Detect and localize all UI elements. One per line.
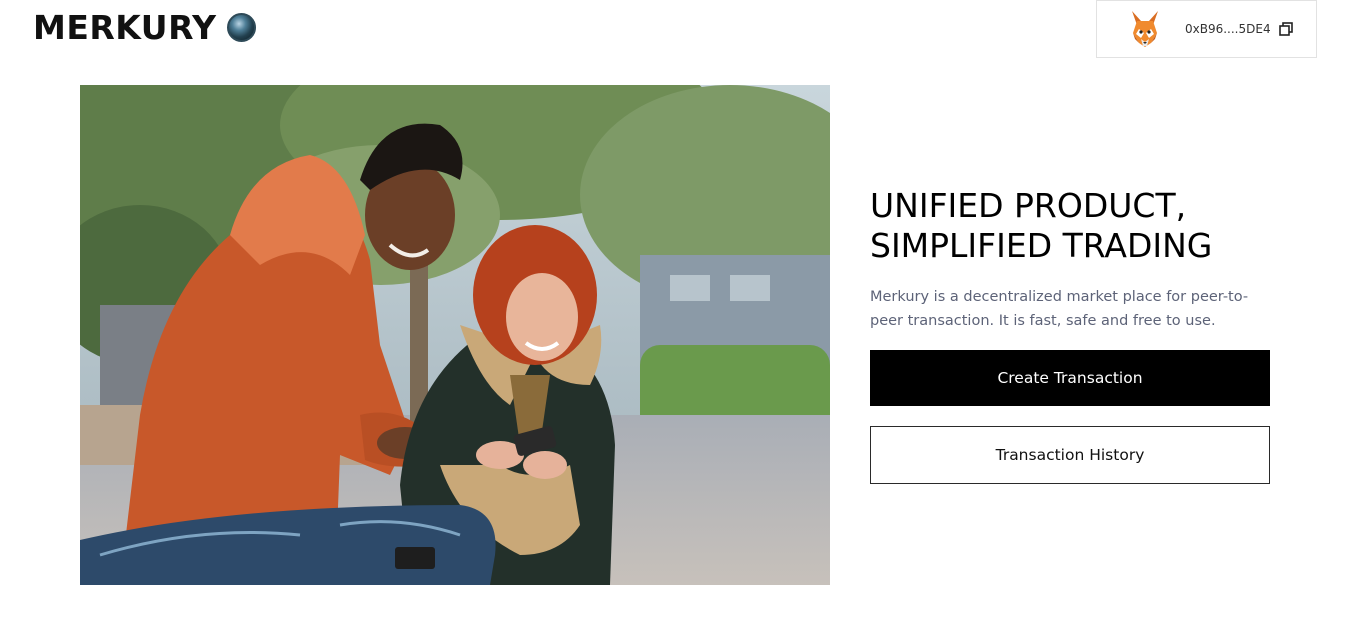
- transaction-history-button[interactable]: Transaction History: [870, 426, 1270, 484]
- wallet-address: 0xB96....5DE4: [1185, 22, 1271, 36]
- hero-headline: UNIFIED PRODUCT, SIMPLIFIED TRADING: [870, 186, 1310, 266]
- hero-description: Merkury is a decentralized market place …: [870, 289, 1249, 329]
- hero-photo: [80, 85, 830, 585]
- metamask-fox-icon: [1132, 11, 1158, 47]
- hero-image: [80, 85, 830, 585]
- hero-headline-line1: UNIFIED PRODUCT,: [870, 186, 1187, 225]
- create-transaction-button[interactable]: Create Transaction: [870, 350, 1270, 406]
- hero-headline-line2: SIMPLIFIED TRADING: [870, 226, 1213, 265]
- copy-icon[interactable]: [1278, 22, 1293, 36]
- logo-text: MERKURY: [33, 8, 217, 47]
- globe-icon: [226, 13, 256, 42]
- wallet-widget[interactable]: 0xB96....5DE4: [1096, 0, 1317, 58]
- logo[interactable]: MERKURY: [33, 8, 256, 47]
